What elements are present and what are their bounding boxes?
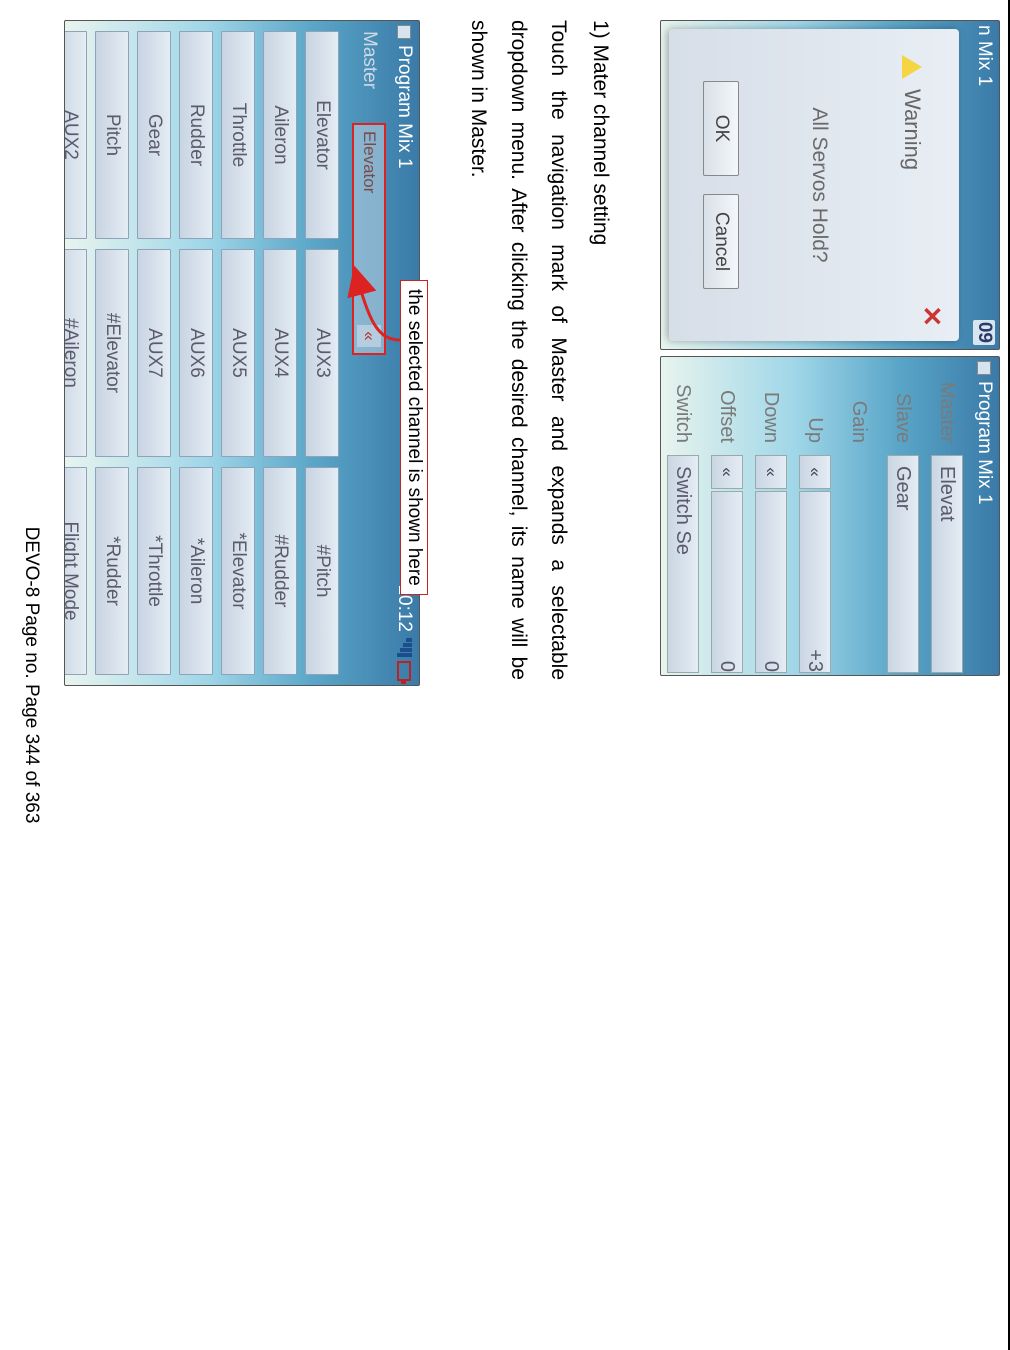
channel-option[interactable]: #Aileron [64, 249, 87, 457]
master-selected: Elevator [359, 131, 379, 193]
page-footer: DEVO-8 Page no. Page 344 of 363 [20, 0, 42, 1350]
channel-option[interactable]: *Rudder [95, 467, 129, 675]
dec-button[interactable]: « [755, 455, 787, 489]
channel-option[interactable]: Throttle [221, 31, 255, 239]
channel-option[interactable]: *Elevator [221, 467, 255, 675]
channel-option[interactable]: *Throttle [137, 467, 171, 675]
row-label: Offset [716, 365, 739, 455]
channel-option[interactable]: AUX3 [305, 249, 339, 457]
title-left: Program Mix 1 [973, 375, 995, 505]
title-right-num: 09 [973, 320, 995, 345]
row-label: Up [804, 365, 827, 455]
channel-option[interactable]: #Pitch [305, 467, 339, 675]
dec-button[interactable]: « [799, 455, 831, 489]
channel-option[interactable]: Aileron [263, 31, 297, 239]
master-label: Master [358, 31, 380, 111]
title-left: n Mix 1 [973, 25, 995, 86]
callout-label: the selected channel is shown here [400, 280, 428, 595]
dialog-title: Warning [899, 89, 925, 170]
warning-icon [902, 55, 922, 79]
switch-field[interactable]: Switch Se [667, 455, 699, 673]
battery-icon [397, 661, 411, 681]
row-label: Down [760, 365, 783, 455]
warning-dialog: ✕ Warning All Servos Hold? OK Cancel [669, 29, 959, 341]
form: MasterElevat SlaveGear Gain Up«+3 Down«0… [661, 365, 969, 675]
paragraph: Touch the navigation mark of Master and … [458, 20, 578, 680]
up-value: +3 [799, 491, 831, 673]
master-field[interactable]: Elevat [931, 455, 963, 673]
ok-button[interactable]: OK [703, 81, 739, 176]
channel-option[interactable]: Flight Mode [64, 467, 87, 675]
channel-option[interactable]: #Elevator [95, 249, 129, 457]
figure-2: the selected channel is shown here Progr… [64, 20, 420, 686]
close-icon[interactable]: ✕ [916, 305, 947, 327]
channel-option[interactable]: *Aileron [179, 467, 213, 675]
offset-value: 0 [711, 491, 743, 673]
channel-option[interactable]: Gear [137, 31, 171, 239]
down-value: 0 [755, 491, 787, 673]
row-label: Switch [672, 365, 695, 455]
square-icon [397, 25, 411, 39]
titlebar: Program Mix 1 [969, 357, 999, 675]
cancel-button[interactable]: Cancel [703, 194, 739, 289]
dialog-message: All Servos Hold? [807, 107, 831, 262]
title-left: Program Mix 1 [393, 39, 415, 169]
dialog-title-row: Warning [899, 29, 925, 170]
dec-button[interactable]: « [711, 455, 743, 489]
row-label: Slave [892, 365, 915, 455]
channel-option[interactable]: Elevator [305, 31, 339, 239]
titlebar: n Mix 1 09 [969, 21, 999, 349]
body-text: 1) Mater channel setting Touch the navig… [458, 20, 620, 680]
square-icon [977, 361, 991, 375]
channel-option[interactable]: AUX4 [263, 249, 297, 457]
channel-option[interactable]: AUX2 [64, 31, 87, 239]
row-label: Gain [848, 365, 871, 455]
channel-option[interactable]: AUX5 [221, 249, 255, 457]
signal-icon [406, 638, 412, 642]
channel-option[interactable]: #Rudder [263, 467, 297, 675]
screen-b: Program Mix 1 MasterElevat SlaveGear Gai… [660, 356, 1000, 676]
heading: 1) Mater channel setting [580, 20, 620, 680]
screen-a: n Mix 1 09 ✕ Warning All Servos Hold? OK… [660, 20, 1000, 350]
figure-1: n Mix 1 09 ✕ Warning All Servos Hold? OK… [660, 20, 1000, 1330]
row-label: Master [936, 365, 959, 455]
arrow-icon [345, 320, 400, 360]
channel-option[interactable]: Pitch [95, 31, 129, 239]
channel-option[interactable]: AUX6 [179, 249, 213, 457]
channel-option[interactable]: Rudder [179, 31, 213, 239]
slave-field[interactable]: Gear [887, 455, 919, 673]
channel-option[interactable]: AUX7 [137, 249, 171, 457]
